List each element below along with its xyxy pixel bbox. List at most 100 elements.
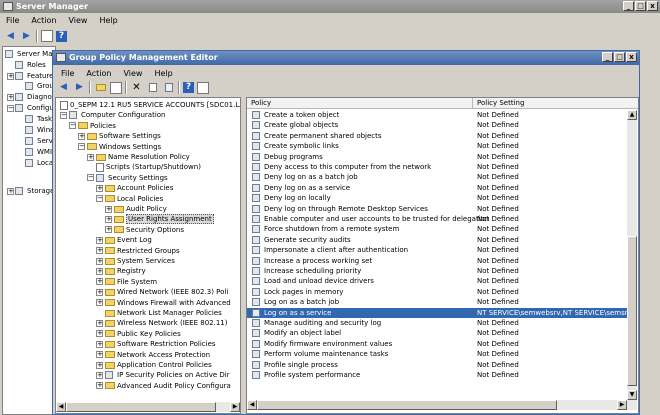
tree-node[interactable]: Features xyxy=(15,71,57,81)
table-row[interactable]: Force shutdown from a remote system Not D… xyxy=(247,224,627,234)
tree-expander[interactable]: − xyxy=(96,195,103,203)
tree-node[interactable]: Event Log xyxy=(105,235,152,245)
gpme-menu-action[interactable]: Action xyxy=(80,69,117,78)
tree-node[interactable]: Storage xyxy=(15,186,54,196)
tree-node[interactable]: Policies xyxy=(78,121,116,131)
tree-node[interactable]: Security Settings xyxy=(96,173,168,183)
tree-node[interactable]: Software Restriction Policies xyxy=(105,339,216,349)
tree-node[interactable]: IP Security Policies on Active Dir xyxy=(105,370,230,380)
table-row[interactable]: Load and unload device drivers Not Define… xyxy=(247,276,627,286)
export-list-icon[interactable] xyxy=(162,81,175,94)
tree-expander[interactable]: + xyxy=(96,184,103,192)
tree-node[interactable]: Wireless Network (IEEE 802.11) xyxy=(105,318,227,328)
scroll-up-button[interactable]: ▲ xyxy=(627,110,637,120)
tree-expander[interactable]: + xyxy=(78,132,85,140)
table-row[interactable]: Perform volume maintenance tasks Not Defi… xyxy=(247,349,627,359)
tree-expander[interactable]: + xyxy=(96,257,103,265)
tree-node[interactable]: Network Access Protection xyxy=(105,350,210,360)
table-row[interactable]: Modify an object label Not Defined xyxy=(247,328,627,338)
table-row[interactable]: Create global objects Not Defined xyxy=(247,120,627,130)
expander[interactable]: + xyxy=(7,188,14,195)
tree-expander[interactable]: − xyxy=(60,111,67,119)
table-row[interactable]: Enable computer and user accounts to be … xyxy=(247,214,627,224)
tree-node[interactable]: Network List Manager Policies xyxy=(105,308,222,318)
menu-action[interactable]: Action xyxy=(25,16,62,25)
maximize-button[interactable]: □ xyxy=(635,1,646,11)
delete-icon[interactable]: ✕ xyxy=(130,81,143,94)
menu-file[interactable]: File xyxy=(0,16,25,25)
table-row[interactable]: Impersonate a client after authenticatio… xyxy=(247,245,627,255)
tree-expander[interactable]: + xyxy=(96,361,103,369)
menu-help[interactable]: Help xyxy=(93,16,123,25)
scroll-right-button[interactable]: ▶ xyxy=(617,400,627,410)
tree-expander[interactable]: + xyxy=(96,330,103,338)
tree-expander[interactable]: + xyxy=(96,319,103,327)
table-row[interactable]: Deny log on locally Not Defined xyxy=(247,193,627,203)
table-row[interactable]: Log on as a batch job Not Defined xyxy=(247,297,627,307)
tree-node[interactable]: Windows Settings xyxy=(87,142,161,152)
table-row[interactable]: Generate security audits Not Defined xyxy=(247,235,627,245)
scroll-left-button[interactable]: ◀ xyxy=(56,402,66,412)
tree-node[interactable]: Application Control Policies xyxy=(105,360,212,370)
gpme-titlebar[interactable]: Group Policy Management Editor _ □ x xyxy=(53,51,639,65)
tree-expander[interactable]: − xyxy=(78,143,85,151)
tree-node[interactable]: Account Policies xyxy=(105,183,173,193)
tree-node[interactable]: Software Settings xyxy=(87,131,161,141)
properties-icon[interactable] xyxy=(146,81,159,94)
table-row[interactable]: Deny access to this computer from the ne… xyxy=(247,162,627,172)
scroll-right-button[interactable]: ▶ xyxy=(230,402,240,412)
table-row[interactable]: Deny log on as a service Not Defined xyxy=(247,183,627,193)
up-folder-icon[interactable] xyxy=(94,81,107,94)
tree-node[interactable]: Security Options xyxy=(114,225,184,235)
table-row[interactable]: Deny log on through Remote Desktop Servi… xyxy=(247,204,627,214)
tree-expander[interactable]: + xyxy=(105,205,112,213)
show-hide-tree-icon[interactable] xyxy=(41,30,53,42)
show-hide-tree-icon[interactable] xyxy=(110,81,122,94)
tree-node[interactable]: Registry xyxy=(105,266,146,276)
tree-expander[interactable]: + xyxy=(96,247,103,255)
tree-expander[interactable]: + xyxy=(96,371,103,379)
tree-expander[interactable]: + xyxy=(87,153,94,161)
tree-node[interactable]: Windows Firewall with Advanced xyxy=(105,298,231,308)
tree-expander[interactable]: + xyxy=(96,340,103,348)
help-icon[interactable]: ? xyxy=(183,82,194,93)
forward-icon[interactable]: ▶ xyxy=(20,30,33,43)
table-row[interactable]: Increase scheduling priority Not Defined xyxy=(247,266,627,276)
gpme-menu-view[interactable]: View xyxy=(117,69,148,78)
gpme-maximize-button[interactable]: □ xyxy=(614,52,625,62)
tree-expander[interactable]: + xyxy=(96,236,103,244)
table-row[interactable]: Create symbolic links Not Defined xyxy=(247,141,627,151)
scroll-down-button[interactable]: ▼ xyxy=(627,390,637,400)
forward-icon[interactable]: ▶ xyxy=(73,81,86,94)
tree-node[interactable]: 0_SEPM 12.1 RU5 SERVICE ACCOUNTS [SDC01.… xyxy=(60,100,240,110)
tree-expander[interactable]: + xyxy=(96,288,103,296)
table-row[interactable]: Lock pages in memory Not Defined xyxy=(247,287,627,297)
tree-node[interactable]: Local Policies xyxy=(105,194,163,204)
tree-node[interactable]: Scripts (Startup/Shutdown) xyxy=(96,162,201,172)
tree-expander[interactable]: − xyxy=(87,174,94,182)
server-manager-titlebar[interactable]: Server Manager _ □ x xyxy=(0,0,660,13)
table-row[interactable]: Increase a process working set Not Define… xyxy=(247,256,627,266)
expander[interactable]: + xyxy=(7,94,14,101)
tree-expander[interactable]: + xyxy=(96,278,103,286)
tree-node[interactable]: File System xyxy=(105,277,157,287)
help-icon[interactable]: ? xyxy=(56,30,67,42)
horizontal-scrollbar[interactable]: ◀ ▶ xyxy=(247,400,637,410)
gpme-menu-file[interactable]: File xyxy=(55,69,80,78)
console-icon[interactable] xyxy=(197,81,209,94)
tree-expander[interactable]: + xyxy=(105,215,112,223)
table-row[interactable]: Profile system performance Not Defined xyxy=(247,370,627,380)
column-header-policy[interactable]: Policy xyxy=(247,98,473,109)
tree-node[interactable]: Wired Network (IEEE 802.3) Poli xyxy=(105,287,228,297)
menu-view[interactable]: View xyxy=(62,16,93,25)
tree-expander[interactable]: − xyxy=(69,122,76,130)
table-row[interactable]: Create permanent shared objects Not Defin… xyxy=(247,131,627,141)
back-icon[interactable]: ◀ xyxy=(57,81,70,94)
table-row[interactable]: Log on as a service NT SERVICE\semwebsrv,… xyxy=(247,307,632,318)
scroll-left-button[interactable]: ◀ xyxy=(247,400,257,410)
expander[interactable]: + xyxy=(7,73,14,80)
scroll-thumb-horizontal[interactable] xyxy=(257,400,557,410)
table-row[interactable]: Profile single process Not Defined xyxy=(247,360,627,370)
column-header-setting[interactable]: Policy Setting xyxy=(473,98,623,109)
tree-expander[interactable]: + xyxy=(96,299,103,307)
